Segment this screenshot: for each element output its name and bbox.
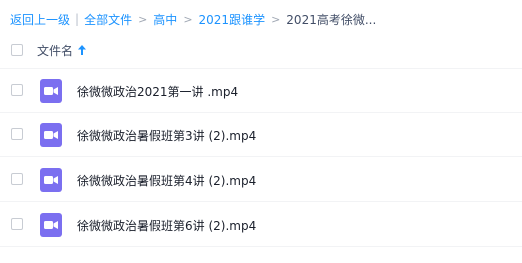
file-row[interactable]: 徐微微政治暑假班第4讲 (2).mp4 xyxy=(0,158,522,202)
file-checkbox[interactable] xyxy=(11,218,23,230)
video-file-icon xyxy=(40,79,62,103)
back-link[interactable]: 返回上一级 xyxy=(10,11,70,28)
file-name[interactable]: 徐微微政治2021第一讲 .mp4 xyxy=(77,83,238,100)
video-file-icon xyxy=(40,213,62,237)
breadcrumb: 返回上一级 | 全部文件 > 高中 > 2021跟谁学 > 2021高考徐微..… xyxy=(10,11,376,27)
column-header-label: 文件名 xyxy=(37,44,74,58)
video-file-icon xyxy=(40,168,62,192)
file-row[interactable]: 徐微微政治2021第一讲 .mp4 xyxy=(0,69,522,113)
file-browser: 返回上一级 | 全部文件 > 高中 > 2021跟谁学 > 2021高考徐微..… xyxy=(0,0,522,263)
file-name[interactable]: 徐微微政治暑假班第6讲 (2).mp4 xyxy=(77,217,256,234)
file-checkbox[interactable] xyxy=(11,128,23,140)
breadcrumb-item-folder[interactable]: 2021跟谁学 xyxy=(199,11,266,28)
file-row[interactable]: 徐微微政治暑假班第3讲 (2).mp4 xyxy=(0,113,522,157)
file-checkbox[interactable] xyxy=(11,173,23,185)
file-name[interactable]: 徐微微政治暑假班第4讲 (2).mp4 xyxy=(77,172,256,189)
file-checkbox[interactable] xyxy=(11,84,23,96)
breadcrumb-item-high-school[interactable]: 高中 xyxy=(153,11,177,28)
column-header-filename[interactable]: 文件名 xyxy=(37,42,87,59)
sort-ascending-icon[interactable] xyxy=(78,44,87,58)
select-all-checkbox[interactable] xyxy=(11,44,23,56)
video-file-icon xyxy=(40,123,62,147)
breadcrumb-divider: | xyxy=(75,12,80,26)
file-row[interactable]: 徐微微政治暑假班第6讲 (2).mp4 xyxy=(0,203,522,247)
breadcrumb-item-all-files[interactable]: 全部文件 xyxy=(84,11,132,28)
breadcrumb-current: 2021高考徐微... xyxy=(286,12,377,27)
file-list-header: 文件名 xyxy=(0,38,522,69)
file-name[interactable]: 徐微微政治暑假班第3讲 (2).mp4 xyxy=(77,127,256,144)
chevron-right-icon: > xyxy=(138,12,148,26)
chevron-right-icon: > xyxy=(271,12,281,26)
chevron-right-icon: > xyxy=(183,12,193,26)
